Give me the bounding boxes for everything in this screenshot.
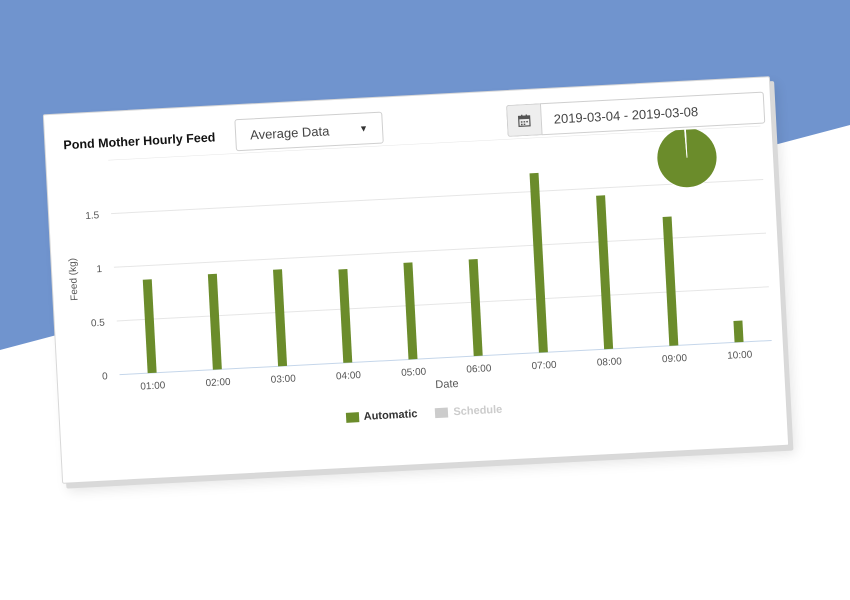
y-tick-label: 1 — [96, 264, 103, 275]
x-tick-label: 04:00 — [336, 370, 362, 382]
y-axis-label: Feed (kg) — [67, 258, 80, 301]
bar-0100 — [142, 279, 157, 374]
y-tick-label: 0 — [102, 371, 109, 382]
y-tick-label: 0.5 — [91, 318, 106, 330]
x-tick-label: 01:00 — [140, 380, 166, 392]
grid-line — [111, 178, 764, 215]
x-tick-label: 09:00 — [662, 353, 688, 365]
bar-0300 — [273, 269, 288, 367]
bar-0800 — [596, 195, 614, 350]
y-tick-label: 1.5 — [85, 210, 100, 222]
bar-chart: 0 0.5 1 1.5 Feed (kg) 01:00 02:00 03:00 04:00 05:… — [67, 125, 772, 393]
legend-label: Automatic — [363, 408, 418, 423]
bar-0400 — [338, 269, 353, 363]
chart-title: Pond Mother Hourly Feed — [63, 130, 216, 153]
x-tick-label: 08:00 — [597, 356, 623, 368]
bar-0700 — [529, 172, 548, 353]
x-tick-label: 02:00 — [205, 377, 231, 389]
legend-item-schedule[interactable]: Schedule — [435, 403, 503, 419]
data-type-select[interactable]: Average Data ▼ — [234, 111, 384, 152]
x-tick-label: 07:00 — [531, 360, 557, 372]
x-tick-label: 03:00 — [270, 373, 296, 385]
legend-swatch — [435, 407, 449, 419]
x-axis-label: Date — [435, 378, 459, 391]
bar-0600 — [468, 258, 483, 357]
legend-item-automatic[interactable]: Automatic — [345, 408, 418, 424]
calendar-icon — [517, 113, 531, 127]
chart-card-wrapper: Pond Mother Hourly Feed Average Data ▼ 2… — [42, 76, 790, 484]
bar-1000 — [733, 320, 744, 343]
chart-card: Pond Mother Hourly Feed Average Data ▼ 2… — [42, 76, 790, 484]
x-tick-label: 10:00 — [727, 349, 753, 361]
bar-0200 — [207, 273, 222, 370]
data-type-select-value: Average Data — [249, 122, 330, 142]
bar-0500 — [403, 262, 418, 360]
bar-0900 — [662, 216, 679, 346]
legend-label: Schedule — [453, 403, 503, 419]
calendar-button[interactable] — [505, 103, 542, 138]
x-tick-label: 05:00 — [401, 367, 427, 379]
x-tick-label: 06:00 — [466, 363, 492, 375]
caret-down-icon: ▼ — [358, 123, 369, 134]
legend-swatch — [345, 412, 360, 423]
